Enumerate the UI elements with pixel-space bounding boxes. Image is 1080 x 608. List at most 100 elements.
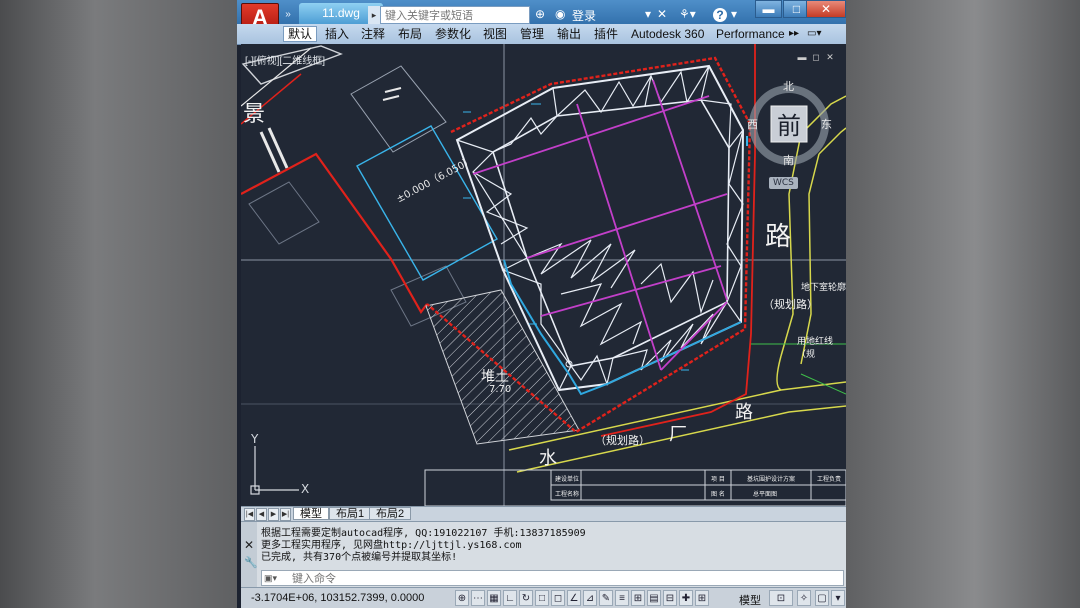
infer-constraints-icon[interactable]: ⊕ [455, 590, 469, 606]
3d-osnap-icon[interactable]: ◻ [551, 590, 565, 606]
help-icon[interactable]: ? [713, 8, 727, 22]
quick-access-expand-icon[interactable]: » [281, 8, 295, 22]
quick-view-icon[interactable]: ⊡ [769, 590, 793, 606]
red-line-label: 用地红线（规 [797, 337, 834, 360]
minimize-button[interactable]: ▬ [755, 0, 782, 18]
clean-screen-icon[interactable]: ▢ [815, 590, 829, 606]
title-table-r2c2: 图 名 [711, 491, 725, 498]
viewport-maximize-icon[interactable]: ◻ [811, 52, 821, 62]
title-table-r1c3: 基坑围护设计方案 [747, 476, 796, 483]
ucs-y-label: Y [251, 432, 259, 446]
command-history: 根据工程需要定制autocad程序, QQ:191022107 手机:13837… [261, 528, 846, 564]
osnap-icon[interactable]: □ [535, 590, 549, 606]
grid-icon[interactable]: ▦ [487, 590, 501, 606]
command-line-2: 更多工程实用程序, 见网盘http://ljttjl.ys168.com [261, 540, 522, 551]
road-label-lu-bottom: 路 [735, 402, 753, 423]
status-menu-icon[interactable]: ▾ [831, 590, 845, 606]
command-line-1: 根据工程需要定制autocad程序, QQ:191022107 手机:13837… [261, 528, 586, 539]
wcs-button[interactable]: WCS [769, 177, 798, 189]
otrack-icon[interactable]: ∠ [567, 590, 581, 606]
coordinate-readout[interactable]: -3.1704E+06, 103152.7399, 0.0000 [251, 592, 424, 604]
tab-performance[interactable]: Performance [716, 27, 785, 41]
road-label-lu-right: 路 [765, 222, 792, 252]
left-backdrop [0, 0, 237, 608]
tab-manage[interactable]: 管理 [520, 27, 544, 41]
tab-layout1[interactable]: 布局1 [329, 507, 372, 520]
tab-default[interactable]: 默认 [283, 26, 318, 42]
command-sidebar: ✕ 🔧 [241, 522, 258, 588]
tab-output[interactable]: 输出 [557, 27, 581, 41]
tab-layout[interactable]: 布局 [398, 27, 422, 41]
title-table-r2c3: 总平面图 [753, 491, 778, 498]
tab-autodesk-360[interactable]: Autodesk 360 [631, 27, 704, 41]
viewcube-north[interactable]: 北 [783, 78, 794, 94]
tab-plugins[interactable]: 插件 [594, 27, 618, 41]
pile-label: 堆土 [481, 369, 509, 385]
transparency-icon[interactable]: ⊞ [631, 590, 645, 606]
viewcube-south[interactable]: 南 [783, 152, 794, 168]
ribbon-tab-bar: 默认 插入 注释 布局 参数化 视图 管理 输出 插件 Autodesk 360… [237, 24, 846, 45]
tab-model[interactable]: 模型 [293, 507, 329, 520]
command-window: ✕ 🔧 根据工程需要定制autocad程序, QQ:191022107 手机:1… [241, 521, 846, 588]
search-input[interactable]: 键入关键字或短语 [380, 6, 530, 24]
snap-icon[interactable]: ⋯ [471, 590, 485, 606]
prev-tab-icon[interactable]: ◀ [256, 508, 267, 521]
road-label-shui: 水 [539, 448, 557, 469]
title-table-r1c1: 建设单位 [555, 476, 580, 483]
autocad-window: A » 11.dwg ▸ 键入关键字或短语 ⊕ ◉ 登录 ▾ ✕ ⚘▾ ? ▾ … [237, 0, 846, 608]
dyn-icon[interactable]: ✎ [599, 590, 613, 606]
polar-icon[interactable]: ↻ [519, 590, 533, 606]
qp-icon[interactable]: ▤ [647, 590, 661, 606]
help-dropdown-icon[interactable]: ▾ [731, 6, 737, 22]
drawing-canvas[interactable]: [-][俯视][二维线框] ▬ ◻ ✕ 北 南 西 东 前 WCS 景 路 路 … [241, 44, 846, 506]
ducs-icon[interactable]: ⊿ [583, 590, 597, 606]
model-space-icon[interactable]: ⊞ [695, 590, 709, 606]
autodesk-apps-icon[interactable]: ⚘▾ [679, 6, 696, 22]
command-line-3: 已完成, 共有370个点被编号并提取其坐标! [261, 552, 458, 563]
selection-cycle-icon[interactable]: ⊟ [663, 590, 677, 606]
tab-annotate[interactable]: 注释 [361, 27, 385, 41]
viewcube-east[interactable]: 东 [821, 116, 832, 132]
command-close-icon[interactable]: ✕ [244, 538, 254, 552]
dropdown-arrow-icon[interactable]: ▾ [645, 6, 651, 22]
viewport-label[interactable]: [-][俯视][二维线框] [245, 52, 325, 67]
workspace-icon[interactable]: ✧ [797, 590, 811, 606]
title-table-r1c2: 项 目 [711, 476, 725, 483]
exchange-icon[interactable]: ✕ [657, 6, 667, 22]
model-space-button[interactable]: 模型 [739, 592, 761, 608]
title-table-r1c4: 工程负责 [817, 476, 842, 483]
status-bar: -3.1704E+06, 103152.7399, 0.0000 ⊕ ⋯ ▦ ∟… [241, 587, 846, 608]
first-tab-icon[interactable]: |◀ [244, 508, 255, 521]
command-prompt-icon[interactable]: ▣▾ [264, 573, 277, 584]
last-tab-icon[interactable]: ▶| [280, 508, 291, 521]
tab-view[interactable]: 视图 [483, 27, 507, 41]
user-icon[interactable]: ◉ [555, 6, 565, 22]
ortho-icon[interactable]: ∟ [503, 590, 517, 606]
command-input-box[interactable]: ▣▾ [261, 570, 844, 587]
close-button[interactable]: ✕ [806, 0, 846, 18]
tab-layout2[interactable]: 布局2 [369, 507, 412, 520]
pile-value: 7.70 [489, 384, 512, 395]
ribbon-panel-toggle-icon[interactable]: ▭▾ [807, 27, 821, 41]
viewcube-west[interactable]: 西 [747, 116, 758, 132]
viewport-close-icon[interactable]: ✕ [825, 52, 835, 62]
tab-parametric[interactable]: 参数化 [435, 27, 471, 41]
command-input[interactable] [290, 571, 844, 587]
binoculars-icon[interactable]: ⊕ [535, 6, 545, 22]
viewport-minimize-icon[interactable]: ▬ [797, 52, 807, 62]
right-backdrop [846, 0, 1080, 608]
road-label-ji: 景 [243, 102, 266, 127]
annotation-monitor-icon[interactable]: ✚ [679, 590, 693, 606]
layout-tab-bar: |◀ ◀ ▶ ▶| 模型 布局1 布局2 [241, 506, 846, 521]
underground-outline-label: 地下室轮廓 [801, 283, 846, 293]
title-table-r2c1: 工程名称 [555, 491, 580, 498]
search-expand-icon[interactable]: ▸ [368, 6, 380, 24]
cad-drawing [241, 44, 846, 506]
tab-insert[interactable]: 插入 [325, 27, 349, 41]
ribbon-more-icon[interactable]: ▸▸ [789, 27, 799, 41]
command-customize-icon[interactable]: 🔧 [244, 556, 258, 569]
next-tab-icon[interactable]: ▶ [268, 508, 279, 521]
lineweight-icon[interactable]: ≡ [615, 590, 629, 606]
login-link[interactable]: 登录 [572, 7, 596, 24]
viewcube-face[interactable]: 前 [777, 106, 801, 141]
